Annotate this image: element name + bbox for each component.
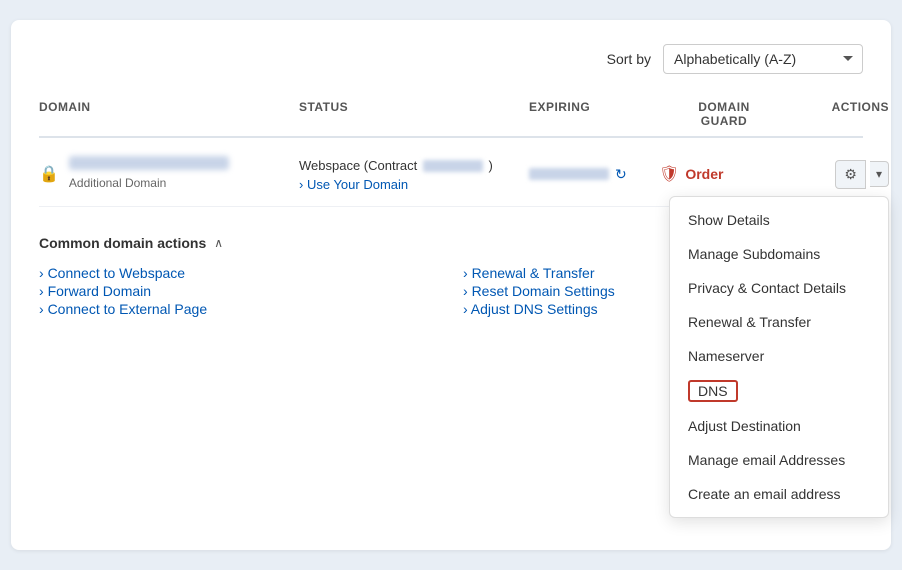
dns-label: DNS — [688, 380, 738, 402]
col-expiring: Expiring — [529, 100, 659, 128]
domain-info: Additional Domain — [69, 156, 229, 192]
table-header: Domain Status Expiring DOMAINGUARD Actio… — [39, 92, 863, 138]
domain-cell: 🔒 Additional Domain — [39, 156, 299, 192]
status-cell: Webspace (Contract ) Use Your Domain — [299, 157, 529, 192]
status-text: Webspace (Contract ) — [299, 158, 493, 173]
toolbar: Sort by Alphabetically (A-Z) Alphabetica… — [39, 44, 863, 74]
sort-label: Sort by — [607, 51, 651, 67]
domain-guard-cell: 🛡 Order — [659, 164, 789, 184]
dropdown-item-create-email[interactable]: Create an email address — [670, 477, 888, 511]
actions-cell: ⚙ ▾ Show Details Manage Subdomains Priva… — [789, 160, 889, 189]
dropdown-item-dns[interactable]: DNS — [670, 373, 888, 409]
col-domain-guard: DOMAINGUARD — [659, 100, 789, 128]
refresh-icon[interactable]: ↻ — [615, 166, 627, 183]
domain-name-blurred — [69, 156, 229, 170]
dropdown-item-privacy-contact[interactable]: Privacy & Contact Details — [670, 271, 888, 305]
gear-button[interactable]: ⚙ — [835, 160, 866, 189]
main-card: Sort by Alphabetically (A-Z) Alphabetica… — [11, 20, 891, 550]
dropdown-item-adjust-destination[interactable]: Adjust Destination — [670, 409, 888, 443]
dropdown-item-manage-email[interactable]: Manage email Addresses — [670, 443, 888, 477]
lock-icon: 🔒 — [39, 164, 59, 184]
col-domain: Domain — [39, 100, 299, 128]
dropdown-item-renewal-transfer[interactable]: Renewal & Transfer — [670, 305, 888, 339]
dropdown-item-nameserver[interactable]: Nameserver — [670, 339, 888, 373]
sort-select[interactable]: Alphabetically (A-Z) Alphabetically (Z-A… — [663, 44, 863, 74]
col-status: Status — [299, 100, 529, 128]
dropdown-item-manage-subdomains[interactable]: Manage Subdomains — [670, 237, 888, 271]
dropdown-menu: Show Details Manage Subdomains Privacy &… — [669, 196, 889, 518]
order-link[interactable]: Order — [685, 166, 723, 182]
use-your-domain-link[interactable]: Use Your Domain — [299, 177, 529, 192]
contract-blur — [423, 160, 483, 172]
common-actions-title: Common domain actions — [39, 235, 206, 251]
domain-subtitle: Additional Domain — [69, 176, 166, 190]
table-row: 🔒 Additional Domain Webspace (Contract )… — [39, 142, 863, 207]
left-actions: Connect to Webspace Forward Domain Conne… — [39, 265, 439, 319]
expiring-date-blurred — [529, 168, 609, 180]
actions-chevron-button[interactable]: ▾ — [870, 161, 889, 187]
connect-external-link[interactable]: Connect to External Page — [39, 298, 207, 320]
common-actions-toggle[interactable]: ∧ — [214, 236, 223, 250]
expiring-cell: ↻ — [529, 166, 659, 183]
dropdown-item-show-details[interactable]: Show Details — [670, 203, 888, 237]
col-actions: Actions — [789, 100, 889, 128]
adjust-dns-link[interactable]: Adjust DNS Settings — [463, 298, 598, 320]
shield-icon: 🛡 — [659, 164, 679, 184]
